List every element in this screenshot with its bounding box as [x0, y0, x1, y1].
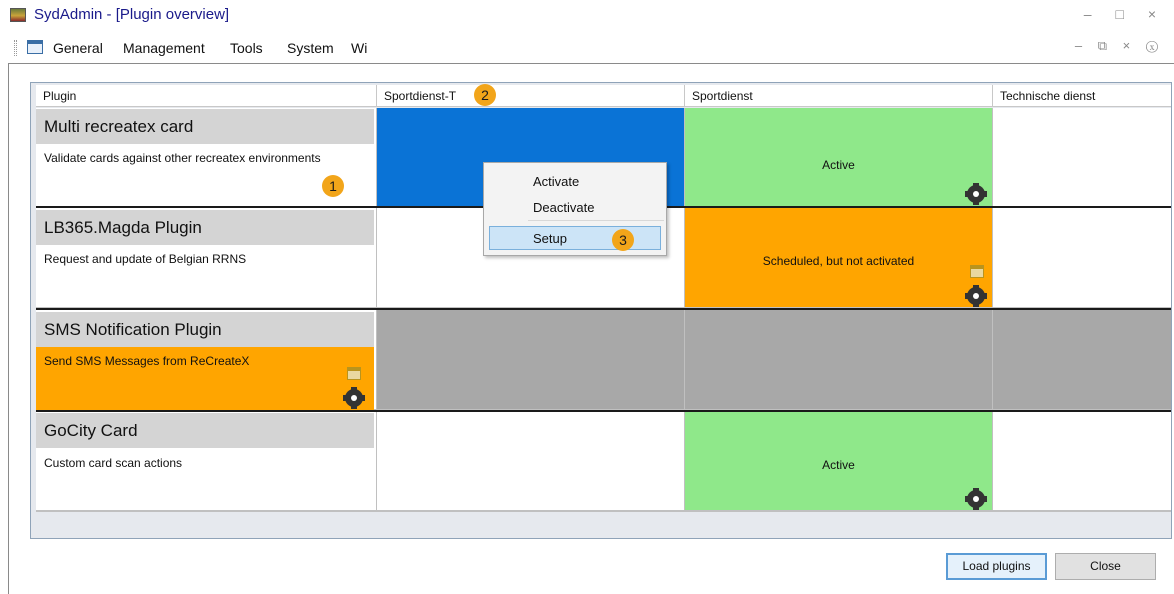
plugin-description: Request and update of Belgian RRNS [44, 252, 247, 266]
context-menu: Activate Deactivate Setup [483, 162, 667, 256]
app-icon [10, 8, 26, 22]
plugin-name: Multi recreatex card [36, 109, 374, 144]
menu-tools[interactable]: Tools [230, 40, 263, 56]
menu-item-setup[interactable]: Setup [533, 231, 567, 246]
callout-badge-3: 3 [612, 229, 634, 251]
status-cell-empty[interactable] [993, 208, 1171, 308]
status-cell-empty[interactable] [377, 412, 685, 511]
load-plugins-button[interactable]: Load plugins [946, 553, 1047, 580]
gear-icon[interactable] [965, 285, 987, 307]
status-cell-empty[interactable] [993, 412, 1171, 511]
column-header-plugin[interactable]: Plugin [36, 85, 377, 107]
column-header-sportdienst-t[interactable]: Sportdienst-T [377, 85, 685, 107]
callout-badge-2: 2 [474, 84, 496, 106]
menu-item-setup-highlight[interactable] [489, 226, 661, 250]
gear-icon[interactable] [965, 183, 987, 205]
status-cell-active[interactable]: Active [685, 412, 993, 511]
status-text: Active [822, 458, 855, 472]
menu-general[interactable]: General [53, 40, 103, 56]
gear-icon[interactable] [343, 387, 365, 409]
gear-icon[interactable] [965, 488, 987, 510]
status-cell-disabled [377, 310, 685, 410]
menu-bar: General Management Tools System Wi [0, 34, 1174, 60]
plugin-name: GoCity Card [36, 413, 374, 448]
status-cell-scheduled[interactable]: Scheduled, but not activated [685, 208, 993, 308]
plugin-description: Validate cards against other recreatex e… [44, 151, 321, 165]
calendar-icon[interactable] [347, 367, 361, 380]
plugin-description: Custom card scan actions [44, 456, 183, 470]
menu-window[interactable]: Wi [351, 40, 367, 56]
close-button[interactable]: Close [1055, 553, 1156, 580]
document-icon[interactable] [27, 40, 43, 54]
plugin-name: SMS Notification Plugin [36, 312, 374, 347]
status-text: Scheduled, but not activated [762, 254, 915, 268]
menu-item-activate[interactable]: Activate [533, 174, 579, 189]
window-title: SydAdmin - [Plugin overview] [34, 6, 230, 23]
grid-bottom-line [36, 511, 1171, 512]
menu-separator [528, 220, 664, 221]
column-header-technische-dienst[interactable]: Technische dienst [993, 85, 1171, 107]
callout-badge-1: 1 [322, 175, 344, 197]
menu-grip[interactable] [14, 40, 17, 56]
window-controls[interactable]: – □ × [1084, 6, 1166, 22]
status-cell-disabled [993, 310, 1171, 410]
status-cell-disabled [685, 310, 993, 410]
menu-item-deactivate[interactable]: Deactivate [533, 200, 594, 215]
mdi-window-controls[interactable]: – ⧉ × ⓧ [1075, 38, 1164, 54]
menu-system[interactable]: System [287, 40, 334, 56]
title-bar: SydAdmin - [Plugin overview] – □ × [0, 0, 1174, 32]
status-cell-active[interactable]: Active [685, 108, 993, 207]
calendar-icon[interactable] [970, 265, 984, 278]
status-cell-empty[interactable] [993, 108, 1171, 207]
column-header-sportdienst[interactable]: Sportdienst [685, 85, 993, 107]
plugin-description: Send SMS Messages from ReCreateX [44, 354, 250, 368]
menu-management[interactable]: Management [123, 40, 205, 56]
status-text: Active [822, 158, 855, 172]
plugin-name: LB365.Magda Plugin [36, 210, 374, 245]
